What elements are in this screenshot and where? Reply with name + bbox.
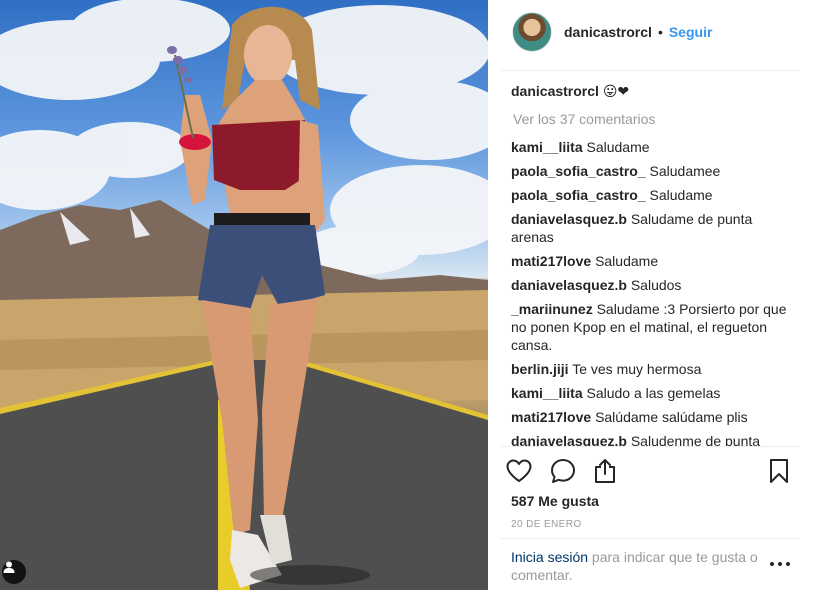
post-photo-illustration — [0, 0, 488, 590]
list-item: mati217love Salúdame salúdame plis — [511, 408, 798, 426]
comment-username[interactable]: kami__liita — [511, 385, 583, 401]
divider — [500, 70, 800, 71]
comment-text: Saludo a las gemelas — [586, 385, 721, 401]
list-item: daniavelasquez.b Saludenme de punta aren… — [511, 432, 798, 446]
more-options-icon[interactable] — [770, 559, 790, 569]
comment-text: Saludamee — [649, 163, 721, 179]
comment-text: Saludame — [586, 139, 650, 155]
list-item: paola_sofia_castro_ Saludame — [511, 186, 798, 204]
comment-icon[interactable] — [548, 456, 578, 486]
list-item: berlin.jiji Te ves muy hermosa — [511, 360, 798, 378]
login-link[interactable]: Inicia sesión — [511, 549, 588, 565]
share-icon[interactable] — [590, 456, 620, 486]
caption: danicastrorcl 😛❤ — [511, 82, 798, 101]
comment-username[interactable]: _mariinunez — [511, 301, 593, 317]
caption-username[interactable]: danicastrorcl — [511, 83, 599, 99]
load-more-comments-link[interactable]: Ver los 37 comentarios — [511, 110, 798, 128]
comment-username[interactable]: daniavelasquez.b — [511, 433, 627, 446]
comment-username[interactable]: paola_sofia_castro_ — [511, 187, 646, 203]
login-prompt: Inicia sesión para indicar que te gusta … — [511, 548, 771, 584]
heart-icon[interactable] — [504, 456, 534, 486]
comment-text: Salúdame salúdame plis — [595, 409, 748, 425]
bookmark-icon[interactable] — [764, 456, 794, 486]
comment-username[interactable]: paola_sofia_castro_ — [511, 163, 646, 179]
list-item: daniavelasquez.b Saludame de punta arena… — [511, 210, 798, 246]
list-item: daniavelasquez.b Saludos — [511, 276, 798, 294]
comment-text: Te ves muy hermosa — [572, 361, 702, 377]
likes-count[interactable]: 587 Me gusta — [511, 493, 599, 509]
more-dot — [786, 562, 790, 566]
comment-username[interactable]: mati217love — [511, 409, 591, 425]
comments-section: danicastrorcl 😛❤ Ver los 37 comentarios … — [511, 82, 798, 446]
comment-text: Saludame — [649, 187, 713, 203]
comment-text: Saludos — [630, 277, 682, 293]
comment-username[interactable]: daniavelasquez.b — [511, 277, 627, 293]
header-username[interactable]: danicastrorcl — [564, 24, 652, 40]
divider — [500, 446, 800, 447]
list-item: mati217love Saludame — [511, 252, 798, 270]
comment-username[interactable]: kami__liita — [511, 139, 583, 155]
comment-username[interactable]: daniavelasquez.b — [511, 211, 627, 227]
comment-text: Saludame — [595, 253, 659, 269]
user-tag-icon[interactable] — [2, 560, 26, 584]
post-photo[interactable] — [0, 0, 488, 590]
post-date: 20 DE ENERO — [511, 519, 582, 530]
caption-text: 😛❤ — [602, 84, 630, 100]
post-header: danicastrorcl • Seguir — [512, 12, 712, 52]
header-separator-dot: • — [657, 24, 663, 40]
action-bar — [504, 456, 796, 486]
comment-list: kami__liita Saludame paola_sofia_castro_… — [511, 138, 798, 446]
list-item: paola_sofia_castro_ Saludamee — [511, 162, 798, 180]
list-item: kami__liita Saludame — [511, 138, 798, 156]
post-side-panel: danicastrorcl • Seguir danicastrorcl 😛❤ … — [488, 0, 820, 590]
more-dot — [770, 562, 774, 566]
comment-username[interactable]: mati217love — [511, 253, 591, 269]
avatar[interactable] — [512, 12, 552, 52]
divider — [500, 538, 800, 539]
list-item: _mariinunez Saludame :3 Porsierto por qu… — [511, 300, 798, 354]
more-dot — [778, 562, 782, 566]
list-item: kami__liita Saludo a las gemelas — [511, 384, 798, 402]
comment-username[interactable]: berlin.jiji — [511, 361, 569, 377]
follow-button[interactable]: Seguir — [669, 24, 713, 40]
